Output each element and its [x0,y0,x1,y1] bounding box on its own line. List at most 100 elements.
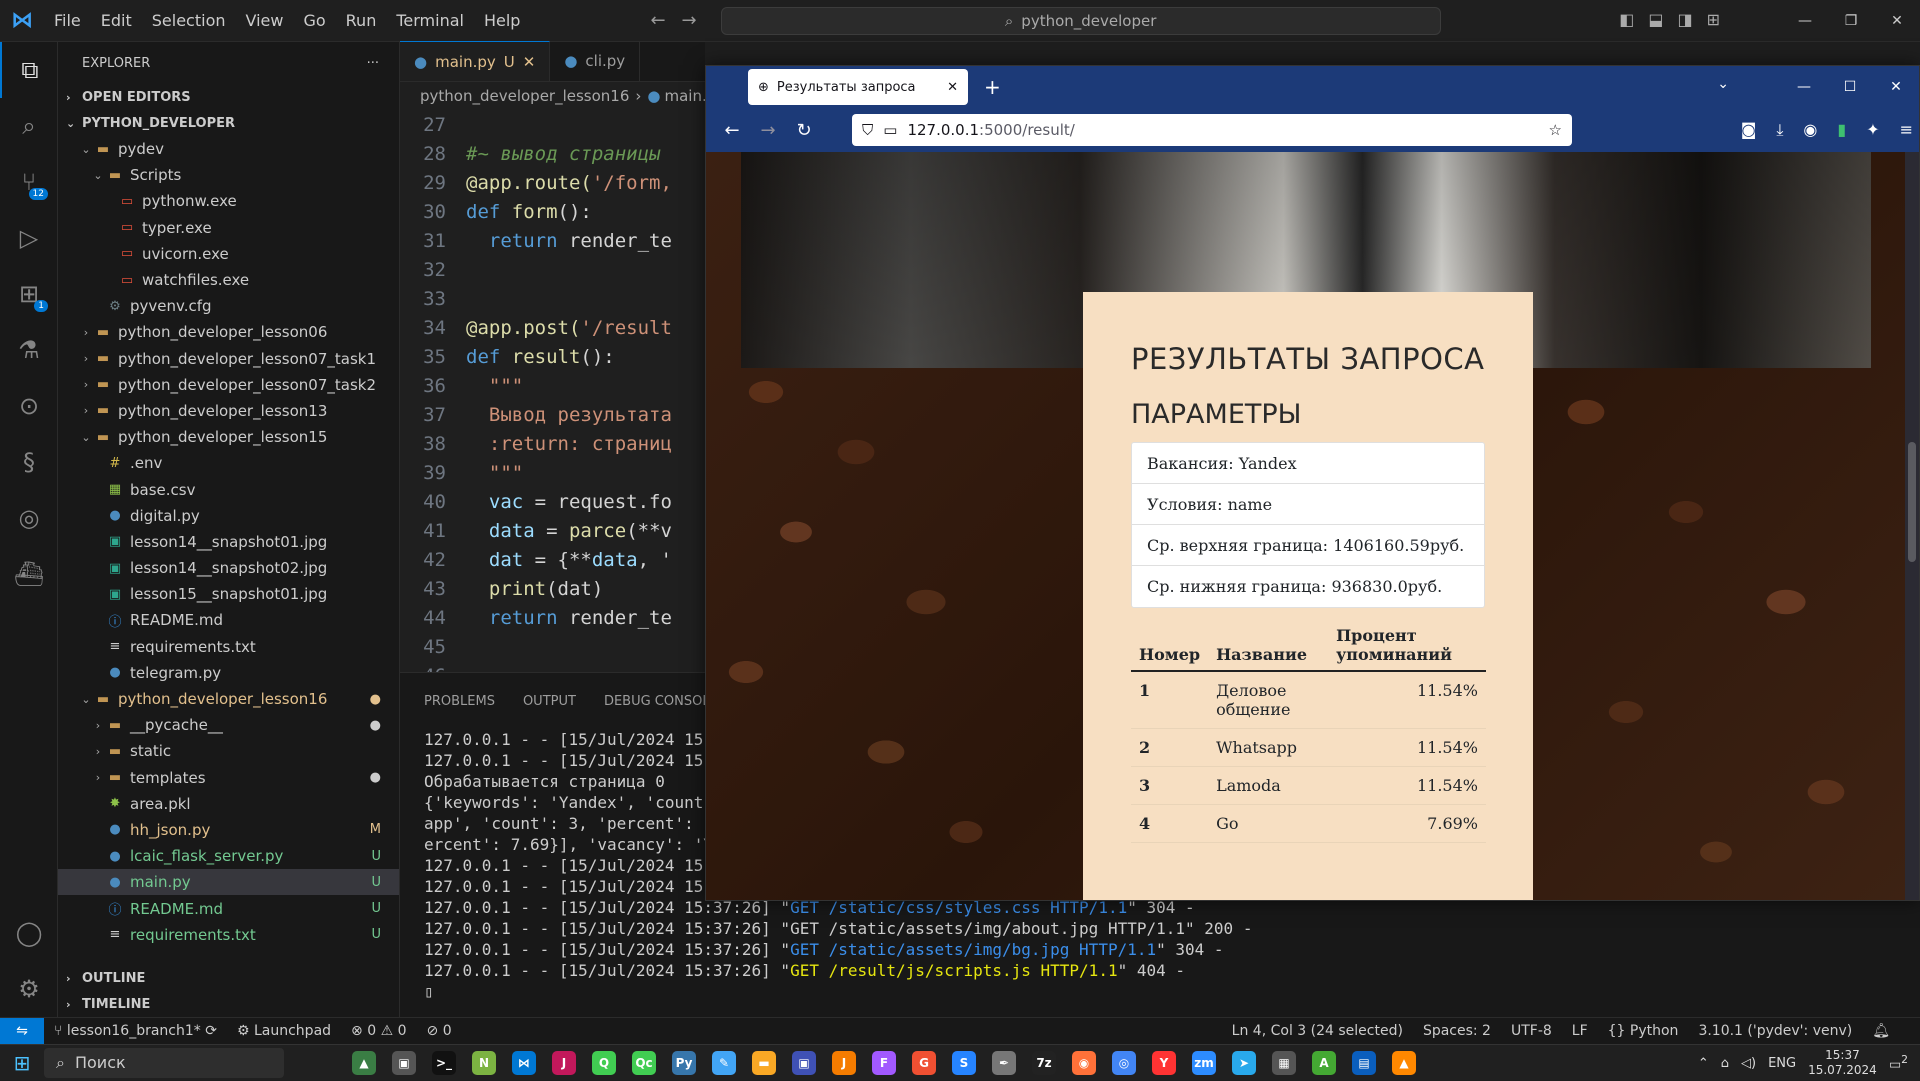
firefox-icon[interactable]: ◉ [1064,1045,1104,1081]
more-actions-icon[interactable]: ··· [367,56,379,71]
git-branch[interactable]: ⑂ lesson16_branch1* ⟳ [44,1023,227,1039]
tab-main-py[interactable]: ● main.py U ✕ [400,41,551,81]
file-item[interactable]: ≡ requirements.txt [58,634,399,660]
toggle-sidebar-icon[interactable]: ◧ [1619,10,1634,29]
python-interpreter[interactable]: 3.10.1 ('pydev': venv) [1688,1023,1862,1039]
folder-item[interactable]: › ▬ python_developer_lesson06 [58,319,399,345]
page-info-icon[interactable]: ▭ [883,121,897,139]
file-item[interactable]: ▭ uvicorn.exe [58,241,399,267]
run-debug-icon[interactable]: ▷ [0,210,58,266]
menu-view[interactable]: View [236,0,294,42]
browser-tab[interactable]: ⊕ Результаты запроса ✕ [748,69,968,105]
close-icon[interactable]: ✕ [1874,0,1920,42]
ports-indicator[interactable]: ⊘ 0 [417,1023,462,1039]
taskbar-search[interactable]: ⌕ Поиск [44,1047,284,1078]
cursor-position[interactable]: Ln 4, Col 3 (24 selected) [1222,1023,1413,1039]
telegram-icon[interactable]: ➤ [1224,1045,1264,1081]
remote-explorer-icon[interactable]: ◎ [0,490,58,546]
settings-gear-icon[interactable]: ⚙ [0,961,58,1017]
qt-creator-icon[interactable]: Qc [624,1045,664,1081]
reload-icon[interactable]: ↻ [786,120,822,141]
shield-icon[interactable]: ⛉ [862,121,873,139]
task-view-icon[interactable]: ▣ [384,1045,424,1081]
inkscape-icon[interactable]: ✒ [984,1045,1024,1081]
panel-tab-problems[interactable]: PROBLEMS [424,694,495,709]
file-item[interactable]: ● lcaic_flask_server.py U [58,843,399,869]
file-item[interactable]: ▭ typer.exe [58,215,399,241]
file-item[interactable]: ▣ lesson14__snapshot01.jpg [58,529,399,555]
tab-close-icon[interactable]: ✕ [523,53,536,71]
file-item[interactable]: ⓘ README.md [58,607,399,633]
menu-run[interactable]: Run [336,0,387,42]
tab-close-icon[interactable]: ✕ [947,80,958,95]
jetbrains-icon[interactable]: J [544,1045,584,1081]
jupyter-icon[interactable]: J [824,1045,864,1081]
folder-item[interactable]: ⌄ ▬ pydev [58,136,399,162]
file-item[interactable]: ≡ requirements.txt U [58,922,399,948]
folder-item[interactable]: › ▬ templates ● [58,765,399,791]
minimize-icon[interactable]: — [1781,79,1827,95]
file-item[interactable]: ▭ pythonw.exe [58,188,399,214]
testing-icon[interactable]: ⚗ [0,322,58,378]
end-of-line[interactable]: LF [1562,1023,1598,1039]
explorer-icon[interactable]: ⧉ [0,42,58,98]
maximize-icon[interactable]: ☐ [1827,79,1873,95]
launchpad[interactable]: ⚙ Launchpad [227,1023,341,1039]
menu-go[interactable]: Go [293,0,335,42]
save-icon[interactable]: ▣ [784,1045,824,1081]
restore-icon[interactable]: ❐ [1828,0,1874,42]
new-tab-icon[interactable]: + [984,75,1001,99]
menu-file[interactable]: File [44,0,91,42]
folder-item[interactable]: ⌄ ▬ python_developer_lesson16 ● [58,686,399,712]
menu-edit[interactable]: Edit [91,0,142,42]
folder-item[interactable]: › ▬ python_developer_lesson13 [58,398,399,424]
customize-layout-icon[interactable]: ⊞ [1707,10,1720,29]
account-icon[interactable]: ◯ [0,905,58,961]
source-tree-icon[interactable]: S [944,1045,984,1081]
python-idle-icon[interactable]: Py [664,1045,704,1081]
minimize-icon[interactable]: — [1782,0,1828,42]
open-editors-section[interactable]: › OPEN EDITORS [58,84,399,110]
notifications-bell-icon[interactable]: 🔔︎ [1862,1023,1900,1039]
folder-item[interactable]: › ▬ __pycache__ ● [58,712,399,738]
vpn-extension-icon[interactable]: ▮ [1837,120,1846,140]
anaconda-icon[interactable]: A [1304,1045,1344,1081]
toggle-secondary-sidebar-icon[interactable]: ◨ [1677,10,1692,29]
forward-arrow-icon[interactable]: → [750,120,786,141]
encoding[interactable]: UTF-8 [1501,1023,1562,1039]
folder-item[interactable]: › ▬ python_developer_lesson07_task2 [58,372,399,398]
file-item[interactable]: ▣ lesson15__snapshot01.jpg [58,581,399,607]
page-scrollbar-thumb[interactable] [1908,442,1916,562]
figma-icon[interactable]: F [864,1045,904,1081]
git-icon[interactable]: G [904,1045,944,1081]
calculator-icon[interactable]: ▦ [1264,1045,1304,1081]
breadcrumb-folder[interactable]: python_developer_lesson16 [420,87,629,105]
downloads-icon[interactable]: ⤓ [1776,120,1783,140]
file-item[interactable]: ⚙ pyvenv.cfg [58,293,399,319]
timeline-section[interactable]: › TIMELINE [58,991,399,1017]
extensions-icon[interactable]: ✦ [1866,120,1879,140]
terminal-icon[interactable]: >_ [424,1045,464,1081]
zoom-icon[interactable]: zm [1184,1045,1224,1081]
file-item[interactable]: ▣ lesson14__snapshot02.jpg [58,555,399,581]
close-icon[interactable]: ✕ [1873,79,1919,95]
menu-help[interactable]: Help [474,0,530,42]
app-menu-icon[interactable]: ≡ [1900,120,1913,140]
tray-overflow-icon[interactable]: ⌃ [1698,1056,1709,1071]
notepad-plus-icon[interactable]: N [464,1045,504,1081]
vlc-icon[interactable]: ▲ [1384,1045,1424,1081]
menu-selection[interactable]: Selection [142,0,236,42]
list-all-tabs-icon[interactable]: ⌄ [1717,76,1729,92]
bookmark-star-icon[interactable]: ☆ [1549,121,1562,139]
folder-item[interactable]: ⌄ ▬ python_developer_lesson15 [58,424,399,450]
volume-icon[interactable]: ◁) [1741,1056,1756,1071]
file-item[interactable]: ● main.py U [58,869,399,896]
workspace-root[interactable]: ⌄ PYTHON_DEVELOPER [58,110,399,136]
file-item[interactable]: ● hh_json.py M [58,817,399,843]
file-item[interactable]: ● telegram.py [58,660,399,686]
problems-indicator[interactable]: ⊗ 0 ⚠ 0 [341,1023,416,1039]
chrome-icon[interactable]: ◎ [1104,1045,1144,1081]
folder-item[interactable]: › ▬ python_developer_lesson07_task1 [58,346,399,372]
source-control-icon[interactable]: ⑂ 12 [0,154,58,210]
notifications-icon[interactable]: ▭2 [1889,1053,1908,1072]
